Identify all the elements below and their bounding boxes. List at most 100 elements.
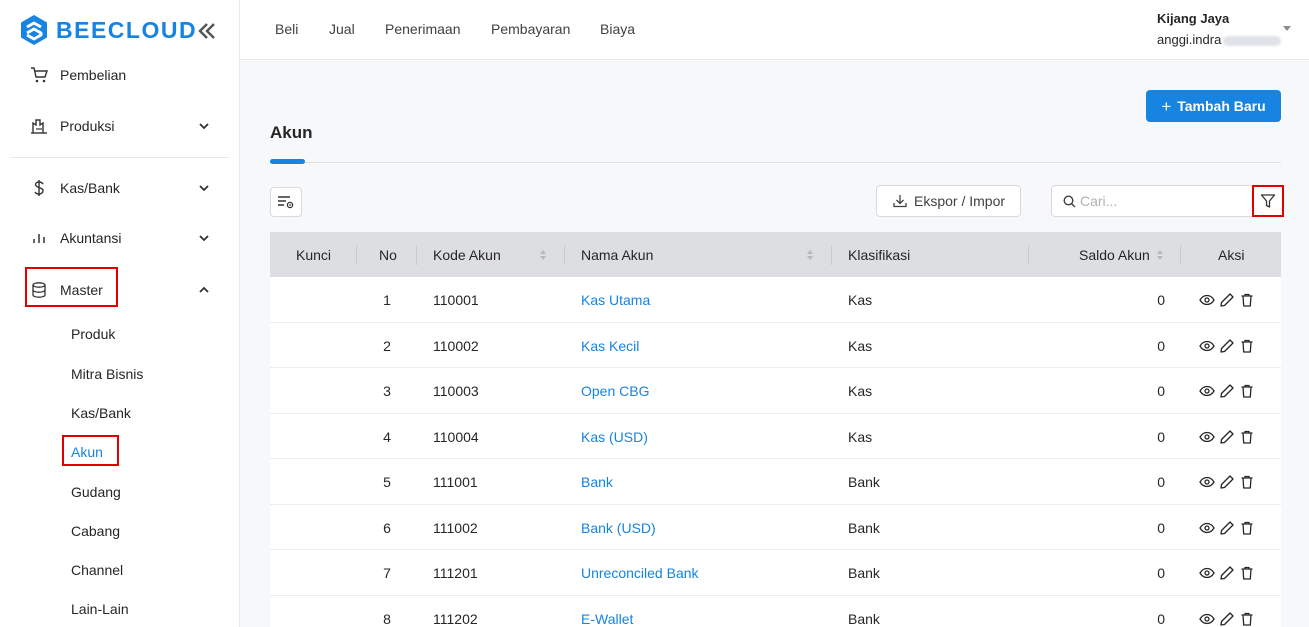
table-row: 4 110004 Kas (USD) Kas 0	[270, 413, 1281, 459]
view-icon[interactable]	[1199, 292, 1215, 308]
topnav-biaya[interactable]: Biaya	[600, 21, 635, 37]
company-name[interactable]: Kijang Jaya	[1157, 11, 1229, 26]
delete-icon[interactable]	[1239, 292, 1255, 308]
row-actions	[1199, 565, 1255, 581]
topnav-pembayaran[interactable]: Pembayaran	[491, 21, 570, 37]
submenu-item-produk[interactable]: Produk	[71, 326, 115, 342]
add-new-button[interactable]: + Tambah Baru	[1146, 90, 1281, 122]
cell-no: 3	[383, 383, 391, 399]
delete-icon[interactable]	[1239, 338, 1255, 354]
column-settings-button[interactable]	[270, 187, 302, 217]
cell-saldo-akun: 0	[1157, 565, 1165, 581]
cell-nama-akun-link[interactable]: Bank	[581, 474, 613, 490]
cell-nama-akun-link[interactable]: Kas Kecil	[581, 338, 639, 354]
account-dropdown-icon[interactable]	[1283, 26, 1291, 31]
header-klasifikasi: Klasifikasi	[848, 247, 911, 263]
table-row: 1 110001 Kas Utama Kas 0	[270, 277, 1281, 323]
cell-klasifikasi: Bank	[848, 519, 880, 536]
view-icon[interactable]	[1199, 338, 1215, 354]
edit-icon[interactable]	[1219, 474, 1235, 490]
edit-icon[interactable]	[1219, 611, 1235, 627]
cell-klasifikasi: Kas	[848, 383, 873, 399]
view-icon[interactable]	[1199, 520, 1215, 536]
column-separator	[564, 245, 565, 265]
submenu-item-gudang[interactable]: Gudang	[71, 484, 121, 500]
view-icon[interactable]	[1199, 611, 1215, 627]
header-saldo-akun[interactable]: Saldo Akun	[1079, 247, 1150, 263]
edit-icon[interactable]	[1219, 292, 1235, 308]
cell-kode-akun: 110002	[433, 337, 479, 354]
submenu-item-channel[interactable]: Channel	[71, 562, 123, 578]
view-icon[interactable]	[1199, 474, 1215, 490]
export-import-button[interactable]: Ekspor / Impor	[876, 185, 1021, 217]
cell-nama-akun-link[interactable]: Open CBG	[581, 383, 649, 399]
cell-nama-akun-link[interactable]: Kas Utama	[581, 292, 650, 308]
sidebar-item-produksi[interactable]: Produksi	[30, 114, 215, 138]
cell-nama-akun-link[interactable]: Bank (USD)	[581, 520, 656, 536]
edit-icon[interactable]	[1219, 338, 1235, 354]
chevron-down-icon	[199, 185, 209, 192]
delete-icon[interactable]	[1239, 474, 1255, 490]
user-email: anggi.indra	[1157, 32, 1222, 47]
brand-logo[interactable]: BEECLOUD	[20, 14, 197, 46]
sort-icon[interactable]	[1156, 249, 1164, 261]
submenu-item-lain-lain[interactable]: Lain-Lain	[71, 601, 129, 617]
cell-nama-akun-link[interactable]: E-Wallet	[581, 611, 633, 627]
sidebar-item-label: Kas/Bank	[60, 180, 120, 196]
cell-nama-akun-link[interactable]: Kas (USD)	[581, 429, 648, 445]
active-tab-indicator	[270, 159, 305, 164]
view-icon[interactable]	[1199, 565, 1215, 581]
cell-klasifikasi: Kas	[848, 428, 873, 445]
collapse-sidebar-icon[interactable]	[196, 20, 218, 42]
column-separator	[1180, 245, 1181, 265]
delete-icon[interactable]	[1239, 520, 1255, 536]
cell-kode-akun: 111202	[433, 610, 478, 627]
delete-icon[interactable]	[1239, 611, 1255, 627]
topnav-jual[interactable]: Jual	[329, 21, 355, 37]
cell-nama-akun-link[interactable]: Unreconciled Bank	[581, 565, 699, 581]
delete-icon[interactable]	[1239, 383, 1255, 399]
user-account[interactable]: anggi.indra	[1157, 32, 1282, 47]
cell-saldo-akun: 0	[1157, 428, 1165, 445]
view-icon[interactable]	[1199, 429, 1215, 445]
view-icon[interactable]	[1199, 383, 1215, 399]
topnav-penerimaan[interactable]: Penerimaan	[385, 21, 461, 37]
beecloud-logo-icon	[21, 15, 47, 45]
cell-saldo-akun: 0	[1157, 383, 1165, 399]
sidebar-item-akuntansi[interactable]: Akuntansi	[30, 226, 215, 250]
cell-saldo-akun: 0	[1157, 519, 1165, 536]
submenu-item-kas-bank[interactable]: Kas/Bank	[71, 405, 131, 421]
sidebar-item-pembelian[interactable]: Pembelian	[30, 63, 215, 87]
cell-kode-akun: 110003	[433, 383, 479, 399]
submenu-item-cabang[interactable]: Cabang	[71, 523, 120, 539]
column-separator	[356, 245, 357, 265]
delete-icon[interactable]	[1239, 565, 1255, 581]
sort-icon[interactable]	[806, 249, 814, 261]
header-aksi: Aksi	[1218, 247, 1245, 263]
header-nama-akun[interactable]: Nama Akun	[581, 247, 653, 263]
tab-divider	[270, 162, 1281, 163]
page-title: Akun	[270, 123, 313, 142]
cell-no: 6	[383, 519, 391, 536]
topnav-beli[interactable]: Beli	[275, 21, 298, 37]
delete-icon[interactable]	[1239, 429, 1255, 445]
table-row: 8 111202 E-Wallet Bank 0	[270, 595, 1281, 627]
bar-chart-icon	[33, 234, 45, 243]
sidebar-item-kas-bank[interactable]: Kas/Bank	[30, 176, 215, 200]
sidebar-item-label: Pembelian	[60, 67, 127, 83]
sort-icon[interactable]	[539, 249, 547, 261]
filter-button[interactable]	[1252, 185, 1284, 217]
edit-icon[interactable]	[1219, 383, 1235, 399]
header-kode-akun[interactable]: Kode Akun	[433, 247, 501, 263]
edit-icon[interactable]	[1219, 429, 1235, 445]
edit-icon[interactable]	[1219, 565, 1235, 581]
cell-no: 2	[383, 337, 391, 354]
sidebar: BEECLOUD Pembelian Produksi Kas/Bank Aku…	[0, 0, 240, 627]
edit-icon[interactable]	[1219, 520, 1235, 536]
table-row: 5 111001 Bank Bank 0	[270, 459, 1281, 505]
chevron-down-icon	[199, 123, 209, 130]
table-header: Kunci No Kode Akun Nama Akun Klasifikasi…	[270, 232, 1281, 277]
search-input[interactable]	[1080, 191, 1270, 211]
submenu-item-mitra-bisnis[interactable]: Mitra Bisnis	[71, 366, 143, 382]
cell-kode-akun: 110001	[433, 292, 479, 308]
